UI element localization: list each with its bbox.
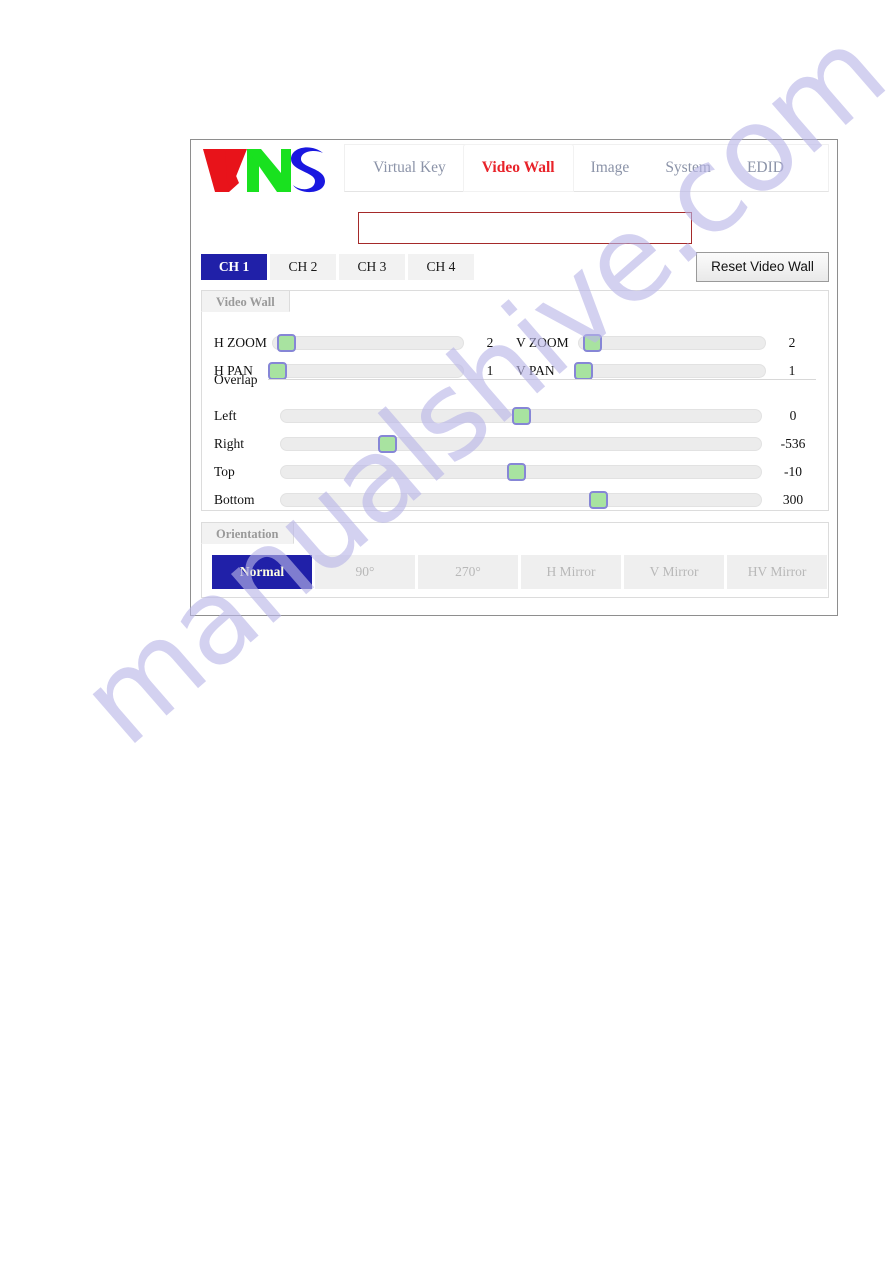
slider-label-bottom: Bottom <box>214 492 255 507</box>
orientation-button-v-mirror[interactable]: V Mirror <box>624 555 724 589</box>
slider-track-h-zoom[interactable] <box>272 334 464 352</box>
slider-knob-bottom[interactable] <box>588 491 608 509</box>
channel-tab-ch4[interactable]: CH 4 <box>408 254 474 280</box>
orientation-button-group: Normal 90° 270° H Mirror V Mirror HV Mir… <box>212 555 827 589</box>
channel-tab-ch2[interactable]: CH 2 <box>270 254 336 280</box>
slider-label-v-pan: V PAN <box>516 363 555 378</box>
channel-tab-ch3[interactable]: CH 3 <box>339 254 405 280</box>
channel-tab-group: CH 1 CH 2 CH 3 CH 4 <box>201 254 474 280</box>
slider-track-right[interactable] <box>280 435 762 453</box>
slider-row-left: Left 0 <box>214 406 824 426</box>
orientation-button-270[interactable]: 270° <box>418 555 518 589</box>
channel-tab-ch1[interactable]: CH 1 <box>201 254 267 280</box>
slider-value-h-zoom: 2 <box>486 335 494 350</box>
status-input[interactable] <box>358 212 692 244</box>
orientation-button-hv-mirror[interactable]: HV Mirror <box>727 555 827 589</box>
slider-track-top[interactable] <box>280 463 762 481</box>
slider-knob-v-zoom[interactable] <box>583 334 603 352</box>
nav-item-system[interactable]: System <box>647 145 729 191</box>
slider-track-h-pan[interactable] <box>267 362 464 380</box>
app-header: Virtual Key Video Wall Image System EDID <box>191 140 837 200</box>
slider-row-bottom: Bottom 300 <box>214 490 824 510</box>
slider-label-h-zoom: H ZOOM <box>214 335 267 350</box>
orientation-section-legend: Orientation <box>201 522 294 544</box>
orientation-button-90[interactable]: 90° <box>315 555 415 589</box>
slider-knob-h-zoom[interactable] <box>277 334 297 352</box>
slider-label-left: Left <box>214 408 237 423</box>
slider-row-v-pan: V PAN 1 <box>516 361 818 381</box>
orientation-button-h-mirror[interactable]: H Mirror <box>521 555 621 589</box>
orientation-button-normal[interactable]: Normal <box>212 555 312 589</box>
slider-knob-h-pan[interactable] <box>267 362 287 380</box>
slider-track-v-pan[interactable] <box>573 362 766 380</box>
slider-knob-left[interactable] <box>512 407 531 425</box>
slider-value-v-pan: 1 <box>788 363 796 378</box>
slider-label-v-zoom: V ZOOM <box>516 335 569 350</box>
orientation-section: Orientation Normal 90° 270° H Mirror V M… <box>201 522 829 598</box>
slider-row-h-pan: H PAN 1 <box>214 361 516 381</box>
slider-row-top: Top -10 <box>214 462 824 482</box>
nav-item-video-wall[interactable]: Video Wall <box>463 145 573 191</box>
slider-row-v-zoom: V ZOOM 2 <box>516 333 818 353</box>
video-wall-section-legend: Video Wall <box>201 290 290 312</box>
slider-value-top: -10 <box>784 464 802 479</box>
slider-track-left[interactable] <box>280 407 762 425</box>
slider-value-h-pan: 1 <box>486 363 494 378</box>
slider-value-right: -536 <box>780 436 806 451</box>
overlap-divider <box>268 379 816 380</box>
video-wall-section: Video Wall H ZOOM 2 V ZOOM 2 H PAN 1 V P… <box>201 290 829 511</box>
slider-label-right: Right <box>214 436 245 451</box>
slider-label-top: Top <box>214 464 235 479</box>
slider-row-right: Right -536 <box>214 434 824 454</box>
overlap-group-label: Overlap <box>214 372 258 387</box>
slider-knob-right[interactable] <box>377 435 397 453</box>
slider-value-bottom: 300 <box>782 492 804 507</box>
vns-logo <box>199 145 334 197</box>
reset-video-wall-button[interactable]: Reset Video Wall <box>696 252 829 282</box>
slider-row-h-zoom: H ZOOM 2 <box>214 333 516 353</box>
video-wall-app-window: Virtual Key Video Wall Image System EDID… <box>190 139 838 616</box>
nav-item-image[interactable]: Image <box>573 145 648 191</box>
channel-toolbar: CH 1 CH 2 CH 3 CH 4 Reset Video Wall <box>201 252 829 282</box>
slider-value-v-zoom: 2 <box>788 335 796 350</box>
slider-track-v-zoom[interactable] <box>578 334 766 352</box>
slider-value-left: 0 <box>789 408 797 423</box>
main-navigation: Virtual Key Video Wall Image System EDID <box>344 144 829 192</box>
slider-track-bottom[interactable] <box>280 491 762 509</box>
slider-knob-top[interactable] <box>507 463 527 481</box>
nav-item-edid[interactable]: EDID <box>729 145 802 191</box>
nav-item-virtual-key[interactable]: Virtual Key <box>355 145 464 191</box>
slider-knob-v-pan[interactable] <box>573 362 593 380</box>
